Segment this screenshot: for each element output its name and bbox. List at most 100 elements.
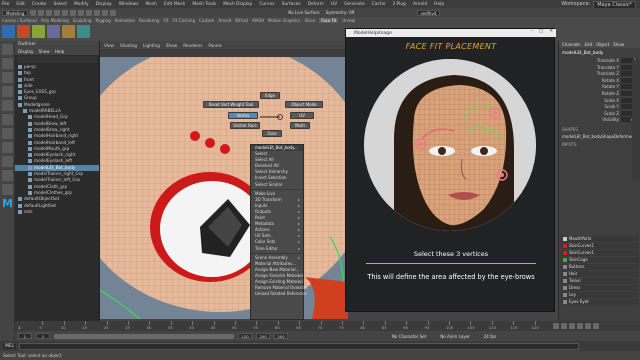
menu-windows[interactable]: Windows (119, 2, 139, 7)
shelf-tab[interactable]: Curves / Surfaces (2, 18, 37, 23)
maximize-icon[interactable]: □ (539, 29, 543, 34)
face-rig-icon[interactable] (17, 25, 30, 38)
display-layer[interactable]: SkinCage (561, 257, 639, 263)
display-layer[interactable]: MouthParts (561, 236, 639, 242)
channel-attribute[interactable]: Translate X0 (561, 58, 639, 64)
display-layer[interactable]: SkinCurves1 (561, 250, 639, 256)
new-scene-icon[interactable] (30, 9, 37, 16)
shelf-tab[interactable]: Rigging (95, 18, 110, 23)
display-layer[interactable]: Tuloul (561, 278, 639, 284)
marking-object-mode[interactable]: Object Mode (285, 101, 323, 108)
snap-grid-icon[interactable] (94, 9, 101, 16)
current-frame-marker[interactable]: 1 (18, 325, 20, 330)
channel-attribute[interactable]: Scale Z1 (561, 110, 639, 117)
outliner-menu-display[interactable]: Display (18, 49, 33, 54)
menu-curves[interactable]: Curves (259, 2, 274, 7)
body-rig-icon[interactable] (32, 25, 45, 38)
redo-icon[interactable] (62, 9, 69, 16)
channel-attribute[interactable]: Visibilityon (561, 117, 639, 123)
outliner-menu-help[interactable]: Help (55, 49, 65, 54)
range-start-field[interactable]: 1 (18, 333, 32, 339)
scale-tool-icon[interactable] (2, 114, 13, 125)
fps-dropdown[interactable]: 24 fps (484, 334, 496, 339)
mirror-tool-icon[interactable] (62, 25, 75, 38)
shelf-tab[interactable]: Unreal (342, 18, 355, 23)
menu-uv[interactable]: UV (331, 2, 337, 7)
menu-modify[interactable]: Modify (74, 2, 89, 7)
channel-attribute[interactable]: Scale Y1 (561, 104, 639, 110)
viewport-menu-shading[interactable]: Shading (120, 43, 137, 48)
save-scene-icon[interactable] (46, 9, 53, 16)
marking-face[interactable]: Face (262, 130, 282, 137)
context-menu-item[interactable]: Time Editor ▸ (251, 246, 303, 252)
go-to-end-icon[interactable] (593, 323, 599, 329)
face-fit-icon[interactable] (2, 25, 15, 38)
shelf-tab[interactable]: Face Fit (319, 18, 339, 23)
rotate-tool-icon[interactable] (2, 100, 13, 111)
shelf-tab[interactable]: Animation (115, 18, 135, 23)
display-layer[interactable]: Hair (561, 271, 639, 277)
command-input[interactable] (19, 342, 580, 350)
channel-box-tab[interactable]: Object (596, 42, 609, 47)
menu-3-plug[interactable]: 3 Plug (392, 2, 406, 7)
shelf-tab[interactable]: Arnold (218, 18, 231, 23)
menu-mesh[interactable]: Mesh (145, 2, 157, 7)
shelf-tab[interactable]: MASH (252, 18, 264, 23)
channel-attribute[interactable]: Scale X1 (561, 97, 639, 104)
menu-surfaces[interactable]: Surfaces (282, 2, 301, 7)
menu-mesh-display[interactable]: Mesh Display (223, 2, 252, 7)
symmetry-label[interactable]: Symmetry: Off (326, 10, 355, 15)
menu-edit[interactable]: Edit (16, 2, 25, 7)
select-object-icon[interactable] (78, 9, 85, 16)
select-component-icon[interactable] (86, 9, 93, 16)
menu-help[interactable]: Help (434, 2, 444, 7)
marking-uv[interactable]: UV (290, 112, 314, 119)
shelf-tab[interactable]: Custom (199, 18, 214, 23)
mode-dropdown[interactable]: Modeling (2, 9, 29, 16)
viewport[interactable]: View Shading Lighting Show Renderer Panels Ed… (100, 41, 348, 319)
anim-layer-dropdown[interactable]: No Anim Layer (440, 334, 469, 339)
channel-attribute[interactable]: Rotate Y0 (561, 84, 639, 90)
range-inner-end-field[interactable]: 120 (238, 333, 252, 339)
skin-tool-icon[interactable] (47, 25, 60, 38)
menu-file[interactable]: File (2, 2, 9, 7)
four-view-icon[interactable] (2, 156, 13, 167)
outliner-search-field[interactable] (17, 56, 97, 63)
channel-attribute[interactable]: Translate Z0 (561, 71, 639, 77)
viewport-menu-show[interactable]: Show (166, 43, 177, 48)
play-forward-icon[interactable] (577, 323, 583, 329)
range-slider[interactable] (54, 333, 234, 339)
context-menu-item[interactable]: Unload Related Reference (251, 291, 307, 297)
select-tool-icon[interactable] (2, 44, 13, 55)
menu-deform[interactable]: Deform (308, 2, 324, 7)
marking-reset-vert-weight[interactable]: Reset Vert Weight Tool (203, 101, 259, 108)
menu-cache[interactable]: Cache (372, 2, 386, 7)
channel-box-tab[interactable]: Show (613, 42, 624, 47)
viewport-menu-view[interactable]: View (104, 43, 114, 48)
range-end2-field[interactable]: 200 (274, 333, 288, 339)
display-layer[interactable]: Ley (561, 292, 639, 298)
attribute-editor-tab[interactable] (632, 60, 640, 180)
marking-multi[interactable]: Multi (290, 122, 310, 129)
shelf-tab[interactable]: Motion Graphics (268, 18, 301, 23)
display-layer[interactable]: Dress (561, 285, 639, 291)
lasso-tool-icon[interactable] (2, 58, 13, 69)
last-tool-icon[interactable] (2, 128, 13, 139)
range-end-field[interactable]: 200 (256, 333, 270, 339)
step-back-icon[interactable] (561, 323, 567, 329)
marking-vertex[interactable]: Vertex (228, 112, 258, 119)
shelf-tab[interactable]: FX Caching (173, 18, 195, 23)
outliner-menu-show[interactable]: Show (38, 49, 49, 54)
marking-edge[interactable]: Edge (260, 92, 280, 99)
go-to-start-icon[interactable] (553, 323, 559, 329)
snap-point-icon[interactable] (110, 9, 117, 16)
context-menu-item[interactable]: Select Similar (251, 182, 303, 188)
move-tool-icon[interactable] (2, 86, 13, 97)
channel-box-tab[interactable]: Channels (562, 42, 581, 47)
export-tool-icon[interactable] (77, 25, 90, 38)
viewport-menu-renderer[interactable]: Renderer (183, 43, 202, 48)
snap-curve-icon[interactable] (102, 9, 109, 16)
menu-arnold[interactable]: Arnold (413, 2, 427, 7)
step-forward-icon[interactable] (585, 323, 591, 329)
persp-outliner-icon[interactable] (2, 170, 13, 181)
